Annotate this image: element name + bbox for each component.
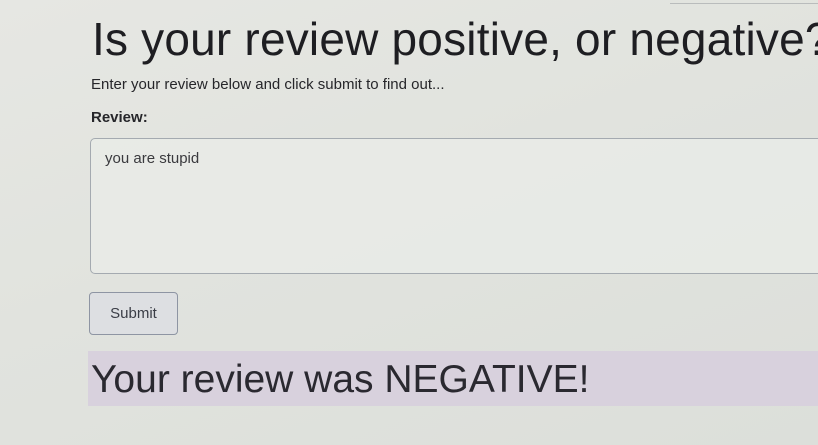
top-divider bbox=[670, 3, 818, 4]
page-title: Is your review positive, or negative? bbox=[92, 13, 818, 65]
review-textarea[interactable]: you are stupid bbox=[90, 138, 818, 274]
result-text: Your review was NEGATIVE! bbox=[91, 358, 590, 401]
review-label: Review: bbox=[91, 109, 148, 126]
submit-button[interactable]: Submit bbox=[89, 292, 178, 335]
result-banner: Your review was NEGATIVE! bbox=[88, 351, 818, 406]
page-subtitle: Enter your review below and click submit… bbox=[91, 76, 445, 93]
